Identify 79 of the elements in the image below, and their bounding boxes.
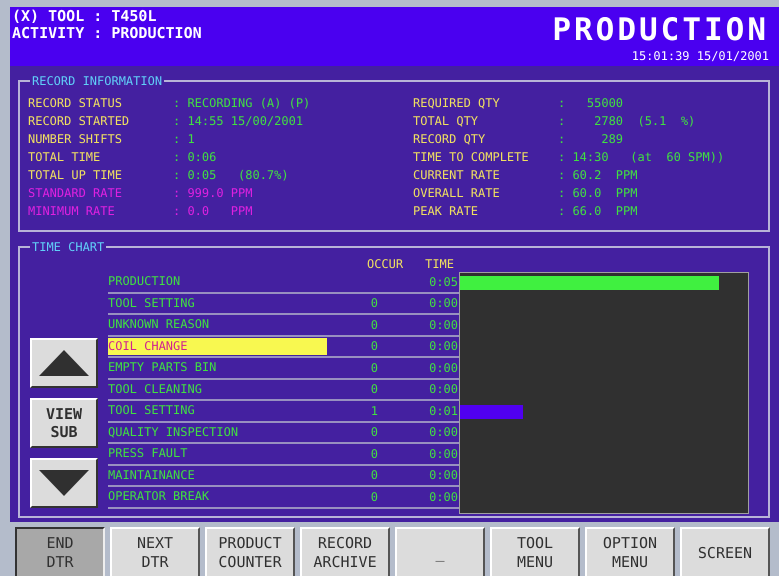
field-label: TOTAL TIME <box>28 150 102 164</box>
column-header: TIME <box>425 256 454 272</box>
field-label: TOTAL QTY <box>413 114 480 128</box>
occur-count: 0 <box>370 382 378 396</box>
reason-item[interactable]: COIL CHANGE <box>108 338 327 355</box>
reason-item[interactable]: OPERATOR BREAK <box>108 488 327 506</box>
timestamp: 15:01:39 15/01/2001 <box>632 49 769 63</box>
occur-count: 1 <box>370 404 378 418</box>
field-value: : 60.0 PPM <box>558 186 638 200</box>
field-value: : 66.0 PPM <box>558 204 638 218</box>
field-label: TIME TO COMPLETE <box>413 150 530 164</box>
field-label: TOTAL UP TIME <box>28 168 123 182</box>
field-value: : 0:05 (80.7%) <box>173 168 289 182</box>
occur-count: 0 <box>370 296 378 310</box>
reason-item[interactable]: TOOL SETTING <box>108 294 327 312</box>
function-key[interactable]: TOOL MENU <box>490 527 580 576</box>
field-label: RECORD STARTED <box>28 114 130 128</box>
occur-count: 0 <box>370 360 378 375</box>
field-label: OVERALL RATE <box>413 186 501 200</box>
reason-item[interactable]: EMPTY PARTS BIN <box>108 359 327 376</box>
reason-item[interactable]: PRODUCTION <box>108 273 327 290</box>
time-value: 0:01 <box>428 404 458 418</box>
occur-count: 0 <box>370 318 378 332</box>
time-value: 0:00 <box>428 296 458 310</box>
field-label: REQUIRED QTY <box>413 96 501 110</box>
field-label: RECORD STATUS <box>28 96 123 110</box>
field-value: : 0.0 PPM <box>173 204 252 218</box>
function-key[interactable]: SCREEN <box>680 527 770 576</box>
time-value: 0:05 <box>428 274 458 289</box>
reason-item[interactable]: PRESS FAULT <box>108 445 327 462</box>
occur-count: 0 <box>370 490 378 504</box>
field-value: : 60.2 PPM <box>558 168 638 182</box>
time-value: 0:00 <box>428 446 458 461</box>
time-value: 0:00 <box>428 425 458 440</box>
down-triangle-icon <box>39 470 89 496</box>
occur-count: 0 <box>370 339 378 354</box>
function-key[interactable]: NEXT DTR <box>110 527 200 576</box>
view-sub-button[interactable]: VIEW SUB <box>30 398 98 448</box>
time-value: 0:00 <box>428 468 458 482</box>
field-value: : 289 <box>558 132 624 146</box>
field-value: : 999.0 PPM <box>173 186 252 200</box>
function-key[interactable]: PRODUCT COUNTER <box>205 527 295 576</box>
activity-label: ACTIVITY : PRODUCTION <box>12 25 202 42</box>
field-label: CURRENT RATE <box>413 168 501 182</box>
field-value: : RECORDING (A) (P) <box>173 96 310 110</box>
field-value: : 14:30 (at 60 SPM)) <box>558 150 724 164</box>
field-value: : 2780 (5.1 %) <box>558 114 696 128</box>
field-label: NUMBER SHIFTS <box>28 132 123 146</box>
function-key[interactable]: _ <box>395 527 485 576</box>
field-value: : 1 <box>173 132 195 146</box>
time-value: 0:00 <box>428 382 458 396</box>
scroll-up-button[interactable] <box>30 338 98 388</box>
field-label: PEAK RATE <box>413 204 480 218</box>
function-key[interactable]: RECORD ARCHIVE <box>300 527 390 576</box>
screen-title: PRODUCTION <box>552 11 769 49</box>
function-key[interactable]: END DTR <box>15 527 105 576</box>
field-label: MINIMUM RATE <box>28 204 116 218</box>
reason-item[interactable]: QUALITY INSPECTION <box>108 424 327 441</box>
time-value: 0:00 <box>428 490 458 504</box>
time-value: 0:00 <box>428 318 458 332</box>
column-header: OCCUR <box>366 256 404 272</box>
reason-item[interactable]: TOOL CLEANING <box>108 380 327 398</box>
field-label: STANDARD RATE <box>28 186 123 200</box>
tool-label: (X) TOOL : T450L <box>12 8 158 25</box>
reason-item[interactable]: MAINTAINANCE <box>108 466 327 484</box>
field-label: RECORD QTY <box>413 132 486 146</box>
reason-item[interactable]: TOOL SETTING <box>108 402 327 420</box>
field-value: : 14:55 15/00/2001 <box>173 114 304 128</box>
field-value: : 55000 <box>558 96 624 110</box>
occur-count: 0 <box>370 425 378 440</box>
time-value: 0:00 <box>428 360 458 375</box>
field-value: : 0:06 <box>173 150 216 164</box>
up-triangle-icon <box>39 350 89 376</box>
occur-count: 0 <box>370 446 378 461</box>
function-key[interactable]: OPTION MENU <box>585 527 675 576</box>
scroll-down-button[interactable] <box>30 458 98 508</box>
reason-item[interactable]: UNKNOWN REASON <box>108 316 327 334</box>
occur-count: 0 <box>370 468 378 482</box>
time-value: 0:00 <box>428 339 458 354</box>
